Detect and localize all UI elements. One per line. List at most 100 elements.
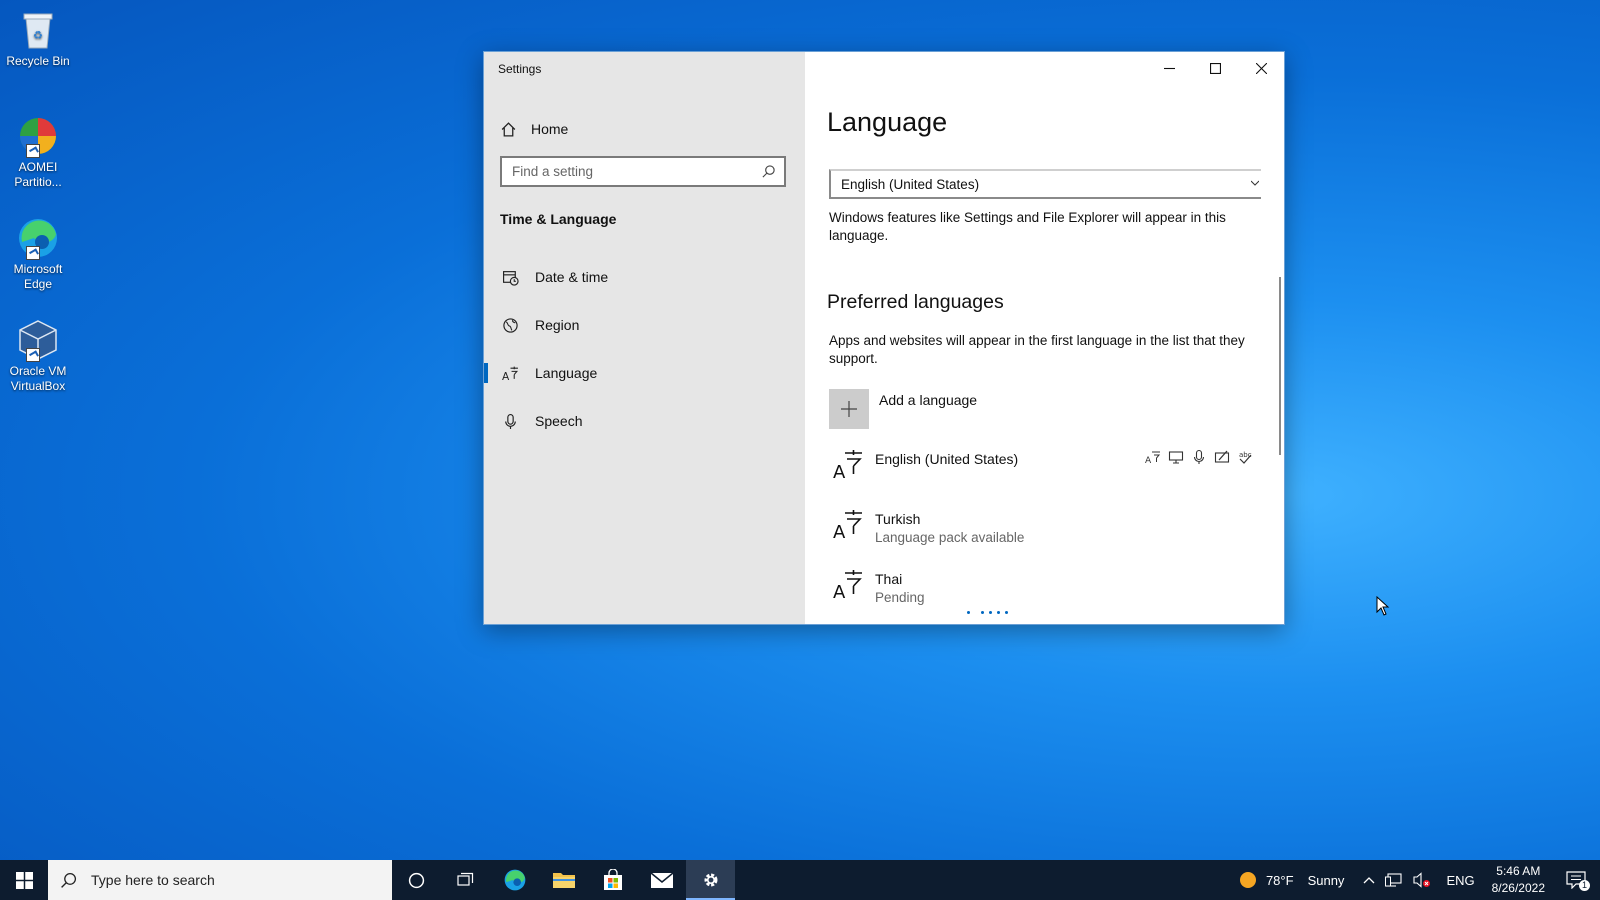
desktop-icon-edge[interactable]: Microsoft Edge bbox=[4, 216, 72, 292]
recycle-bin-icon: ♻ bbox=[16, 8, 60, 52]
language-features: A abc bbox=[1145, 449, 1253, 465]
mail-icon bbox=[650, 872, 673, 888]
input-language-indicator[interactable]: ENG bbox=[1446, 873, 1474, 888]
edge-icon bbox=[16, 216, 60, 260]
windows-display-language-dropdown[interactable]: English (United States) bbox=[829, 169, 1261, 199]
gear-icon bbox=[704, 873, 717, 887]
desktop-icon-virtualbox[interactable]: Oracle VM VirtualBox bbox=[4, 318, 72, 394]
sidebar-item-label: Speech bbox=[535, 413, 583, 429]
svg-text:A: A bbox=[833, 522, 846, 541]
sidebar-item-date-time[interactable]: Date & time bbox=[484, 259, 805, 295]
cortana-button[interactable] bbox=[392, 860, 441, 900]
desktop-icon-label: Microsoft Edge bbox=[13, 262, 63, 291]
dropdown-selected-value: English (United States) bbox=[841, 176, 980, 192]
taskbar-app-file-explorer[interactable] bbox=[539, 860, 588, 900]
system-tray: 78°F Sunny ENG 5:46 AM 8/26/2022 1 bbox=[1239, 860, 1600, 900]
weather-condition: Sunny bbox=[1307, 872, 1345, 888]
sidebar-item-label: Region bbox=[535, 317, 580, 333]
language-icon: A bbox=[500, 365, 520, 382]
add-language-button[interactable]: Add a language bbox=[829, 389, 977, 429]
microphone-icon bbox=[500, 413, 520, 430]
svg-text:A: A bbox=[833, 582, 846, 601]
task-view-icon bbox=[456, 872, 473, 886]
close-button[interactable] bbox=[1238, 52, 1284, 84]
search-icon bbox=[61, 872, 77, 888]
sun-icon bbox=[1239, 872, 1256, 888]
show-hidden-icons-button[interactable] bbox=[1363, 876, 1375, 884]
desktop-icon-aomei[interactable]: AOMEI Partitio... bbox=[4, 114, 72, 190]
globe-icon bbox=[500, 317, 520, 334]
svg-text:A: A bbox=[833, 462, 846, 481]
action-center-button[interactable]: 1 bbox=[1566, 871, 1590, 891]
clock-time: 5:46 AM bbox=[1496, 864, 1541, 878]
desktop-icon-label: AOMEI Partitio... bbox=[14, 160, 62, 189]
sidebar-item-label: Language bbox=[535, 365, 598, 381]
store-icon bbox=[603, 869, 622, 890]
taskbar-app-store[interactable] bbox=[588, 860, 637, 900]
sidebar-item-region[interactable]: Region bbox=[484, 307, 805, 343]
sidebar-section-title: Time & Language bbox=[500, 211, 617, 227]
nav-home[interactable]: Home bbox=[500, 117, 568, 141]
handwriting-icon bbox=[1214, 450, 1230, 463]
search-icon[interactable] bbox=[761, 164, 776, 179]
settings-search-box[interactable] bbox=[500, 156, 786, 187]
volume-button[interactable] bbox=[1413, 872, 1431, 888]
clock[interactable]: 5:46 AM 8/26/2022 bbox=[1492, 863, 1545, 897]
language-status: Language pack available bbox=[875, 530, 1025, 545]
display-icon bbox=[1168, 451, 1184, 464]
network-icon bbox=[1385, 873, 1402, 887]
sidebar-item-speech[interactable]: Speech bbox=[484, 403, 805, 439]
clock-date: 8/26/2022 bbox=[1491, 881, 1545, 895]
chevron-down-icon bbox=[1251, 180, 1259, 186]
content-scrollbar[interactable] bbox=[1279, 277, 1281, 455]
taskbar-search-box[interactable] bbox=[48, 860, 392, 900]
settings-window: Settings Home Time & Language Date & tim… bbox=[483, 51, 1285, 625]
desktop-icon-recycle-bin[interactable]: ♻ Recycle Bin bbox=[4, 8, 72, 69]
taskbar-app-edge[interactable] bbox=[490, 860, 539, 900]
shortcut-arrow-icon bbox=[26, 348, 40, 362]
language-pack-icon: A bbox=[1145, 451, 1161, 465]
folder-icon bbox=[552, 873, 575, 888]
edge-icon bbox=[504, 869, 525, 891]
close-icon bbox=[1255, 62, 1267, 74]
plus-icon bbox=[829, 389, 869, 429]
language-item-english[interactable]: A English (United States) A abc bbox=[829, 449, 1269, 501]
task-view-button[interactable] bbox=[441, 860, 490, 900]
aomei-partition-icon bbox=[16, 114, 60, 158]
window-title: Settings bbox=[498, 62, 542, 76]
mouse-cursor-icon bbox=[1376, 596, 1390, 616]
progress-dots bbox=[967, 611, 1008, 614]
settings-search-input[interactable] bbox=[502, 158, 752, 185]
nav-home-label: Home bbox=[531, 121, 569, 137]
weather-widget[interactable]: 78°F Sunny bbox=[1239, 872, 1345, 888]
taskbar-search-input[interactable] bbox=[89, 871, 373, 889]
svg-text:A: A bbox=[502, 369, 510, 381]
cortana-icon bbox=[408, 872, 425, 888]
virtualbox-icon bbox=[16, 318, 60, 362]
page-title: Language bbox=[827, 107, 948, 137]
desktop-icon-label: Recycle Bin bbox=[6, 54, 70, 68]
settings-sidebar: Settings Home Time & Language Date & tim… bbox=[484, 52, 805, 624]
maximize-button[interactable] bbox=[1192, 52, 1238, 84]
taskbar-app-settings[interactable] bbox=[686, 860, 735, 900]
language-name: Turkish bbox=[875, 511, 921, 527]
sidebar-item-language[interactable]: A Language bbox=[484, 355, 805, 391]
maximize-icon bbox=[1209, 62, 1221, 74]
settings-content: Language English (United States) Windows… bbox=[805, 52, 1284, 624]
language-item-thai[interactable]: A Thai Pending bbox=[829, 569, 1269, 621]
svg-text:♻: ♻ bbox=[33, 29, 43, 42]
start-button[interactable] bbox=[0, 860, 48, 900]
taskbar-app-mail[interactable] bbox=[637, 860, 686, 900]
microphone-icon bbox=[1193, 449, 1205, 464]
minimize-button[interactable] bbox=[1146, 52, 1192, 84]
notification-count-badge: 1 bbox=[1579, 880, 1590, 891]
chevron-up-icon bbox=[1363, 877, 1375, 884]
caption-buttons bbox=[1146, 52, 1284, 84]
language-item-turkish[interactable]: A Turkish Language pack available bbox=[829, 509, 1269, 561]
home-icon bbox=[501, 121, 516, 137]
svg-text:A: A bbox=[1145, 456, 1152, 465]
language-name: English (United States) bbox=[875, 451, 1019, 467]
network-button[interactable] bbox=[1385, 872, 1403, 888]
desktop-icon-label: Oracle VM VirtualBox bbox=[9, 364, 67, 393]
weather-temp: 78°F bbox=[1265, 872, 1294, 888]
